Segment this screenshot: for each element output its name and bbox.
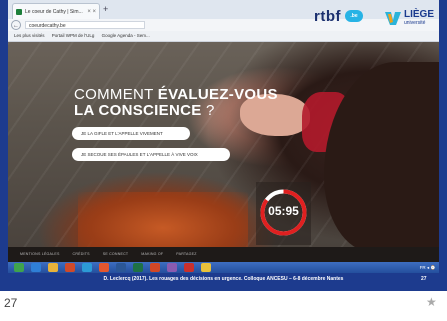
photo-taskbar-icon[interactable] <box>167 263 177 272</box>
slide-citation: D. Leclercq (2017). Les rouages des déci… <box>103 276 344 282</box>
red-hair-photo-region <box>78 192 248 252</box>
footer-link[interactable]: MENTIONS LÉGALES <box>20 252 60 256</box>
scene-photo <box>8 42 439 252</box>
footer-link[interactable]: SE CONNECT <box>103 252 129 256</box>
start-taskbar-icon[interactable] <box>14 263 24 272</box>
folder-taskbar-icon[interactable] <box>201 263 211 272</box>
question-title-line1: COMMENT ÉVALUEZ-VOUS <box>74 86 278 103</box>
bookmark-item[interactable]: Portail WPM de l'ULg <box>52 33 95 38</box>
word-taskbar-icon[interactable] <box>116 263 126 272</box>
footer-link[interactable]: MAKING OF <box>141 252 163 256</box>
browser-tab[interactable]: Le coeur de Cathy | Sim... × × <box>12 3 100 19</box>
star-icon[interactable]: ★ <box>426 295 437 309</box>
new-tab-button[interactable]: + <box>103 4 108 14</box>
answer-choice-shake[interactable]: JE SECOUE SES ÉPAULES ET L'APPELLE À VIV… <box>72 148 230 161</box>
back-arrow-icon[interactable]: ← <box>11 20 21 30</box>
slide-number: 27 <box>421 276 427 282</box>
countdown-timer: 05:95 <box>256 182 311 245</box>
browser-tab-bar: Le coeur de Cathy | Sim... × × + <box>8 0 439 19</box>
media-taskbar-icon[interactable] <box>65 263 75 272</box>
acrobat-taskbar-icon[interactable] <box>184 263 194 272</box>
timer-value: 05:95 <box>268 204 299 218</box>
presentation-slide: Le coeur de Cathy | Sim... × × + ← coeur… <box>0 0 447 291</box>
windows-taskbar: FR ◂ ⌚ <box>8 262 439 273</box>
footer-link[interactable]: CRÉDITS <box>73 252 90 256</box>
excel-taskbar-icon[interactable] <box>133 263 143 272</box>
ie-taskbar-icon[interactable] <box>31 263 41 272</box>
favicon-icon <box>16 9 22 15</box>
site-footer: MENTIONS LÉGALES CRÉDITS SE CONNECT MAKI… <box>8 247 439 262</box>
tab-title: Le coeur de Cathy | Sim... <box>25 9 83 15</box>
bookmarks-bar: Les plus visités Portail WPM de l'ULg Go… <box>8 31 439 42</box>
powerpoint-taskbar-icon[interactable] <box>150 263 160 272</box>
system-tray[interactable]: FR ◂ ⌚ <box>420 263 436 272</box>
question-title-line2: LA CONSCIENCE ? <box>74 102 215 119</box>
url-input[interactable]: coeurdecathy.be <box>25 21 145 29</box>
uliege-logo: LIÈGE université <box>385 8 439 28</box>
page-number: 27 <box>4 296 18 310</box>
answer-choice-slap[interactable]: JE LA GIFLE ET L'APPELLE VIVEMENT <box>72 127 190 140</box>
rtbf-logo: rtbf .be <box>314 8 363 25</box>
chrome-taskbar-icon[interactable] <box>82 263 92 272</box>
close-tab-icon[interactable]: × × <box>87 4 96 19</box>
uliege-emblem-icon <box>385 12 401 25</box>
bookmark-item[interactable]: Google Agenda - Sem... <box>102 33 150 38</box>
browser-screenshot: Le coeur de Cathy | Sim... × × + ← coeur… <box>8 0 439 262</box>
firefox-taskbar-icon[interactable] <box>99 263 109 272</box>
explorer-taskbar-icon[interactable] <box>48 263 58 272</box>
bookmark-item[interactable]: Les plus visités <box>14 33 45 38</box>
footer-link[interactable]: PARTAGEZ <box>176 252 196 256</box>
